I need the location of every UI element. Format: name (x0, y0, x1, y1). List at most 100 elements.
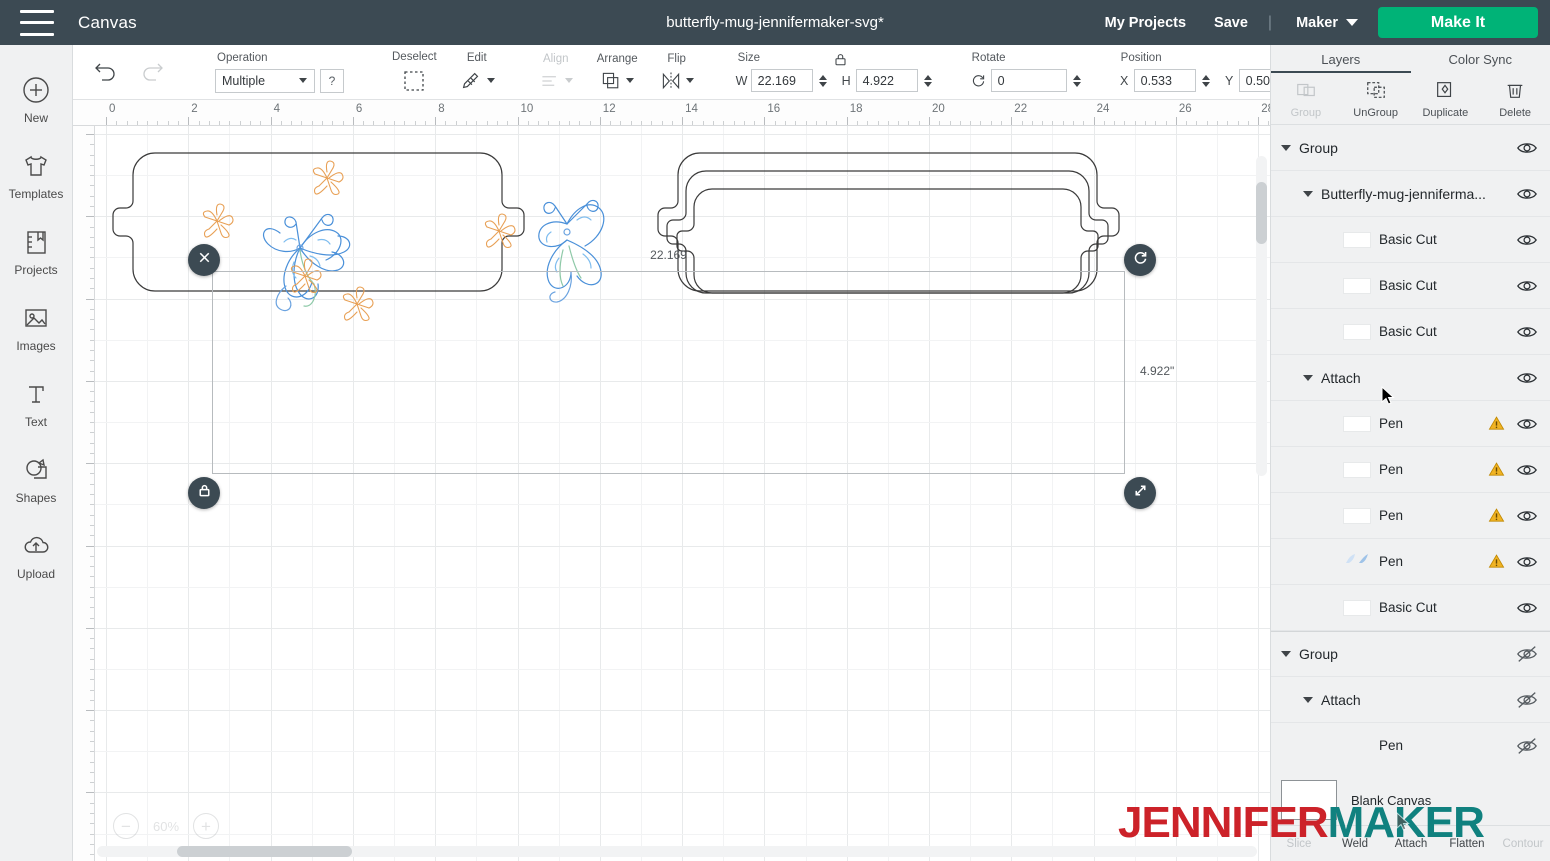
delete-handle[interactable] (188, 244, 220, 276)
edit-button[interactable]: Edit (451, 52, 503, 93)
size-h-stepper[interactable] (922, 74, 932, 87)
layer-visibility-eye-icon[interactable] (1516, 275, 1538, 297)
contour-button[interactable]: Contour (1495, 838, 1550, 850)
delete-button[interactable]: Delete (1480, 73, 1550, 124)
design-canvas[interactable]: 0246810121416182022242628 0246810121416 (73, 100, 1270, 861)
zoom-in-button[interactable]: + (193, 813, 219, 839)
layer-row[interactable]: Group (1271, 631, 1550, 677)
layer-expand-triangle-icon[interactable] (1303, 190, 1313, 197)
layer-warning-icon[interactable] (1487, 461, 1506, 478)
operation-select[interactable]: Multiple (215, 68, 315, 93)
layer-visibility-eye-icon[interactable] (1516, 183, 1538, 205)
layer-row[interactable]: Pen (1271, 539, 1550, 585)
layer-visibility-eye-icon[interactable] (1516, 321, 1538, 343)
layer-color-swatch[interactable] (1343, 231, 1371, 248)
deselect-button[interactable]: Deselect (384, 51, 445, 94)
arrange-icon[interactable] (600, 70, 635, 92)
scrollbar-thumb[interactable] (177, 846, 352, 857)
layer-color-swatch[interactable] (1343, 277, 1371, 294)
sidebar-item-images[interactable]: Images (0, 289, 73, 365)
layer-color-swatch[interactable] (1343, 599, 1371, 616)
size-width-field[interactable]: W 22.169 (736, 69, 827, 92)
layer-row[interactable]: Pen (1271, 723, 1550, 755)
size-lock-icon[interactable] (833, 52, 848, 72)
edit-icon[interactable] (459, 69, 495, 93)
align-button[interactable]: Align (531, 53, 581, 92)
duplicate-button[interactable]: Duplicate (1411, 73, 1481, 124)
tab-color-sync[interactable]: Color Sync (1411, 45, 1550, 73)
layer-expand-triangle-icon[interactable] (1281, 651, 1291, 657)
canvas-horizontal-scrollbar[interactable] (97, 846, 1257, 857)
layer-color-swatch[interactable] (1343, 507, 1371, 524)
size-w-stepper[interactable] (817, 74, 827, 87)
canvas-vertical-scrollbar[interactable] (1256, 156, 1267, 476)
save-button[interactable]: Save (1200, 15, 1262, 31)
layer-row[interactable]: Basic Cut (1271, 263, 1550, 309)
layer-visibility-eye-icon[interactable] (1516, 505, 1538, 527)
layer-visibility-eye-off-icon[interactable] (1516, 689, 1538, 711)
position-x-field[interactable]: X 0.533 (1119, 69, 1210, 92)
layer-warning-icon[interactable] (1487, 553, 1506, 570)
layer-row[interactable]: Attach (1271, 677, 1550, 723)
rotate-handle[interactable] (1124, 244, 1156, 276)
sidebar-item-new[interactable]: New (0, 61, 73, 137)
layer-visibility-eye-icon[interactable] (1516, 551, 1538, 573)
rotate-stepper[interactable] (1071, 74, 1081, 87)
resize-handle[interactable] (1124, 477, 1156, 509)
weld-button[interactable]: Weld (1327, 838, 1383, 850)
ungroup-button[interactable]: UnGroup (1341, 73, 1411, 124)
rotate-field[interactable]: 0 (970, 69, 1081, 92)
arrange-button[interactable]: Arrange (589, 53, 646, 92)
slice-button[interactable]: Slice (1271, 838, 1327, 850)
layer-color-swatch[interactable] (1343, 461, 1371, 478)
layer-visibility-eye-icon[interactable] (1516, 367, 1538, 389)
layer-color-swatch[interactable] (1343, 415, 1371, 432)
canvas-grid[interactable]: 22.169 4.922" (95, 126, 1270, 861)
layer-visibility-eye-icon[interactable] (1516, 413, 1538, 435)
layer-warning-icon[interactable] (1487, 507, 1506, 524)
layer-row[interactable]: Group (1271, 125, 1550, 171)
layer-visibility-eye-off-icon[interactable] (1516, 735, 1538, 756)
layer-warning-icon[interactable] (1487, 415, 1506, 432)
machine-selector[interactable]: Maker (1278, 15, 1368, 31)
layer-rows-container[interactable]: Group Butterfly-mug-jenniferma... Basic Cu… (1271, 125, 1550, 755)
layer-color-swatch[interactable] (1343, 323, 1371, 340)
layer-row[interactable]: Attach (1271, 355, 1550, 401)
scrollbar-thumb[interactable] (1256, 182, 1267, 244)
layer-row[interactable]: Pen (1271, 493, 1550, 539)
lock-handle[interactable] (188, 477, 220, 509)
layer-visibility-eye-icon[interactable] (1516, 229, 1538, 251)
sidebar-item-templates[interactable]: Templates (0, 137, 73, 213)
layer-row[interactable]: Basic Cut (1271, 217, 1550, 263)
tab-layers[interactable]: Layers (1271, 45, 1411, 73)
zoom-out-button[interactable]: − (113, 813, 139, 839)
layer-visibility-eye-off-icon[interactable] (1516, 643, 1538, 665)
size-height-field[interactable]: H 4.922 (841, 69, 932, 92)
attach-button[interactable]: Attach (1383, 838, 1439, 850)
zoom-controls[interactable]: − 60% + (113, 813, 219, 839)
redo-icon[interactable] (129, 59, 175, 85)
sidebar-item-shapes[interactable]: Shapes (0, 441, 73, 517)
operation-help-button[interactable]: ? (320, 68, 344, 93)
flip-icon[interactable] (660, 70, 694, 92)
project-artwork[interactable] (95, 126, 1270, 861)
group-button[interactable]: Group (1271, 73, 1341, 124)
layer-expand-triangle-icon[interactable] (1303, 374, 1313, 381)
layer-expand-triangle-icon[interactable] (1281, 144, 1291, 151)
my-projects-button[interactable]: My Projects (1091, 15, 1200, 31)
layer-row[interactable]: Butterfly-mug-jenniferma... (1271, 171, 1550, 217)
blank-canvas-swatch[interactable] (1281, 780, 1337, 820)
layer-expand-triangle-icon[interactable] (1303, 696, 1313, 703)
sidebar-item-projects[interactable]: Projects (0, 213, 73, 289)
undo-icon[interactable] (83, 59, 129, 85)
blank-canvas-row[interactable]: Blank Canvas (1271, 775, 1550, 825)
layer-row[interactable]: Basic Cut (1271, 309, 1550, 355)
layer-row[interactable]: Pen (1271, 447, 1550, 493)
position-x-input[interactable]: 0.533 (1133, 69, 1196, 92)
flatten-button[interactable]: Flatten (1439, 838, 1495, 850)
make-it-button[interactable]: Make It (1378, 7, 1538, 38)
size-w-input[interactable]: 22.169 (750, 69, 813, 92)
sidebar-item-text[interactable]: Text (0, 365, 73, 441)
size-h-input[interactable]: 4.922 (855, 69, 918, 92)
layer-visibility-eye-icon[interactable] (1516, 137, 1538, 159)
